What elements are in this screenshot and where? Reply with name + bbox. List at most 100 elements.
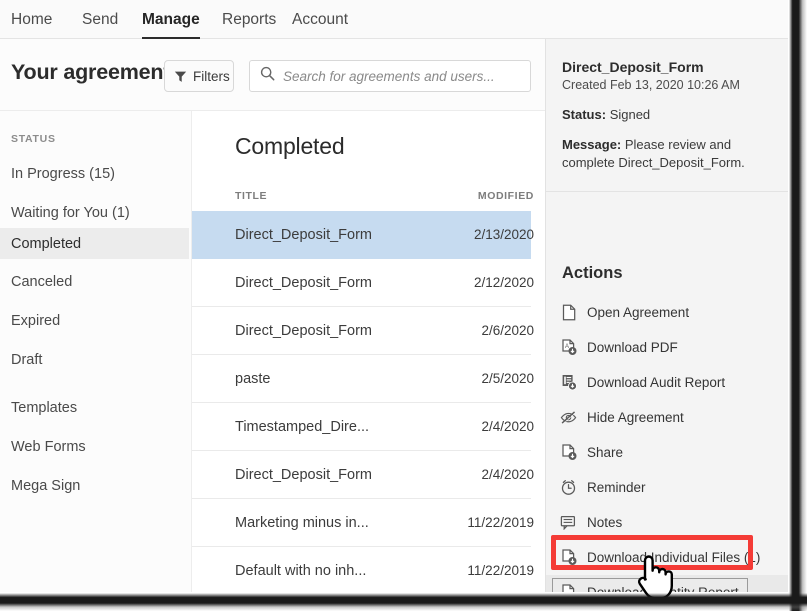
table-row[interactable]: Direct_Deposit_Form 2/12/2020 xyxy=(192,259,531,307)
action-download-pdf[interactable]: A Download PDF xyxy=(546,330,788,365)
search-icon xyxy=(260,66,275,86)
action-share[interactable]: Share xyxy=(546,435,788,470)
nav-tab-send[interactable]: Send xyxy=(82,0,118,39)
row-modified: 2/6/2020 xyxy=(458,323,534,338)
table-row[interactable]: Timestamped_Dire... 2/4/2020 xyxy=(192,403,531,451)
nav-tab-label: Manage xyxy=(142,11,200,29)
sidebar-heading: STATUS xyxy=(11,133,56,145)
sidebar-item-label: Templates xyxy=(11,400,77,416)
row-title: Direct_Deposit_Form xyxy=(235,275,372,291)
alarm-clock-icon xyxy=(560,479,577,496)
table-row[interactable]: Direct_Deposit_Form 2/4/2020 xyxy=(192,451,531,499)
action-label: Download Audit Report xyxy=(587,375,725,390)
row-modified: 2/4/2020 xyxy=(458,419,534,434)
sidebar-item-in-progress[interactable]: In Progress (15) xyxy=(0,158,189,189)
nav-tab-label: Home xyxy=(11,11,52,29)
sidebar-item-templates[interactable]: Templates xyxy=(0,392,189,423)
sidebar-item-mega-sign[interactable]: Mega Sign xyxy=(0,470,189,501)
detail-title: Direct_Deposit_Form xyxy=(562,59,772,75)
action-download-identity-report[interactable]: Download Identity Report xyxy=(546,575,788,592)
file-download-icon xyxy=(560,584,577,592)
agreements-rows: Direct_Deposit_Form 2/13/2020 Direct_Dep… xyxy=(192,211,545,592)
column-header-title: TITLE xyxy=(235,190,267,208)
detail-message-label: Message: xyxy=(562,137,621,152)
filters-button[interactable]: Filters xyxy=(164,60,234,92)
search-input[interactable] xyxy=(283,69,519,84)
search-box[interactable] xyxy=(249,60,531,92)
sidebar-item-canceled[interactable]: Canceled xyxy=(0,266,189,297)
row-title: Timestamped_Dire... xyxy=(235,419,369,435)
note-bubble-icon xyxy=(560,514,577,531)
nav-tab-reports[interactable]: Reports xyxy=(222,0,276,39)
audit-report-download-icon xyxy=(560,374,577,391)
detail-header: Direct_Deposit_Form Created Feb 13, 2020… xyxy=(546,39,788,192)
document-icon xyxy=(560,304,577,321)
column-header-modified: MODIFIED xyxy=(458,190,534,208)
sidebar-item-label: Mega Sign xyxy=(11,478,80,494)
nav-tab-label: Send xyxy=(82,11,118,29)
sidebar-item-expired[interactable]: Expired xyxy=(0,305,189,336)
filters-button-label: Filters xyxy=(193,69,230,84)
row-modified: 2/13/2020 xyxy=(458,227,534,242)
row-title: paste xyxy=(235,371,270,387)
action-label: Download PDF xyxy=(587,340,678,355)
sidebar-item-label: Draft xyxy=(11,352,42,368)
window-shadow-right xyxy=(785,0,807,611)
top-navigation-bar: Home Send Manage Reports Account xyxy=(0,0,788,39)
app-window: Home Send Manage Reports Account Your ag… xyxy=(0,0,788,592)
row-modified: 2/12/2020 xyxy=(458,275,534,290)
action-notes[interactable]: Notes xyxy=(546,505,788,540)
action-label: Download Individual Files (1) xyxy=(587,550,760,565)
row-modified: 11/22/2019 xyxy=(458,515,534,530)
action-download-audit-report[interactable]: Download Audit Report xyxy=(546,365,788,400)
file-download-icon xyxy=(560,549,577,566)
page-title: Your agreements xyxy=(11,60,182,85)
actions-title: Actions xyxy=(562,264,623,283)
action-download-individual-files[interactable]: Download Individual Files (1) xyxy=(546,540,788,575)
table-row[interactable]: Direct_Deposit_Form 2/13/2020 xyxy=(192,211,531,259)
row-modified: 11/22/2019 xyxy=(458,563,534,578)
detail-status-label: Status: xyxy=(562,107,606,122)
share-document-icon xyxy=(560,444,577,461)
sidebar-item-label: Expired xyxy=(11,313,60,329)
agreements-list-pane: Completed TITLE MODIFIED Direct_Deposit_… xyxy=(192,111,545,592)
sidebar-item-label: Waiting for You (1) xyxy=(11,205,130,221)
nav-tab-label: Reports xyxy=(222,11,276,29)
action-label: Reminder xyxy=(587,480,646,495)
table-row[interactable]: paste 2/5/2020 xyxy=(192,355,531,403)
sidebar-item-label: In Progress (15) xyxy=(11,166,115,182)
window-shadow-bottom xyxy=(0,589,807,611)
action-hide-agreement[interactable]: Hide Agreement xyxy=(546,400,788,435)
row-modified: 2/4/2020 xyxy=(458,467,534,482)
row-title: Default with no inh... xyxy=(235,563,366,579)
sidebar-item-label: Web Forms xyxy=(11,439,86,455)
svg-text:A: A xyxy=(565,344,569,350)
status-badge: Signed xyxy=(610,107,650,122)
row-modified: 2/5/2020 xyxy=(458,371,534,386)
nav-tab-manage[interactable]: Manage xyxy=(142,0,200,39)
status-sidebar: STATUS In Progress (15) Waiting for You … xyxy=(0,111,192,592)
nav-tab-account[interactable]: Account xyxy=(292,0,348,39)
eye-slash-icon xyxy=(560,409,577,426)
action-label: Notes xyxy=(587,515,622,530)
nav-tab-label: Account xyxy=(292,11,348,29)
nav-tab-home[interactable]: Home xyxy=(11,0,52,39)
sidebar-item-waiting-for-you[interactable]: Waiting for You (1) xyxy=(0,197,189,228)
row-title: Direct_Deposit_Form xyxy=(235,323,372,339)
action-label: Download Identity Report xyxy=(587,585,739,592)
row-title: Marketing minus in... xyxy=(235,515,369,531)
detail-status: Status: Signed xyxy=(562,107,772,122)
table-row[interactable]: Direct_Deposit_Form 2/6/2020 xyxy=(192,307,531,355)
row-title: Direct_Deposit_Form xyxy=(235,467,372,483)
sidebar-item-label: Canceled xyxy=(11,274,72,290)
sidebar-item-draft[interactable]: Draft xyxy=(0,344,189,375)
sidebar-item-completed[interactable]: Completed xyxy=(0,228,189,259)
table-row[interactable]: Marketing minus in... 11/22/2019 xyxy=(192,499,531,547)
action-reminder[interactable]: Reminder xyxy=(546,470,788,505)
action-open-agreement[interactable]: Open Agreement xyxy=(546,295,788,330)
sidebar-item-web-forms[interactable]: Web Forms xyxy=(0,431,189,462)
pdf-download-icon: A xyxy=(560,339,577,356)
list-title: Completed xyxy=(235,133,344,160)
table-row[interactable]: Default with no inh... 11/22/2019 xyxy=(192,547,531,592)
detail-created: Created Feb 13, 2020 10:26 AM xyxy=(562,78,772,92)
